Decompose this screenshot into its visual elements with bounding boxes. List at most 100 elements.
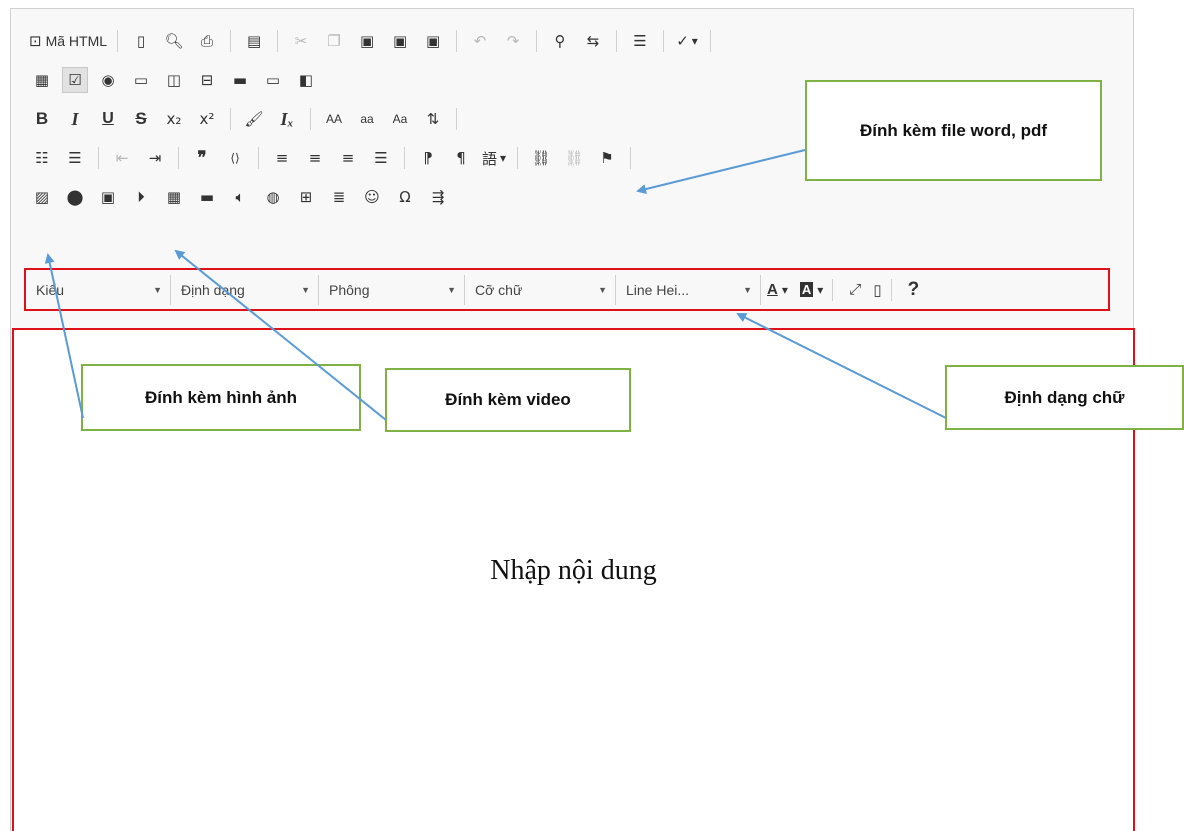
- spellcheck-button[interactable]: ✓ ▾: [674, 28, 700, 54]
- redo-button[interactable]: ↷: [500, 28, 526, 54]
- replace-button[interactable]: ⇆: [580, 28, 606, 54]
- maximize-icon: ⤢: [849, 281, 862, 298]
- cut-button[interactable]: ✂: [288, 28, 314, 54]
- numbered-list-icon: ☷: [35, 149, 49, 167]
- outdent-button[interactable]: ⇤: [109, 145, 135, 171]
- align-right-button[interactable]: ≡: [335, 145, 361, 171]
- special-char-button[interactable]: Ω: [392, 184, 418, 210]
- remove-format-button[interactable]: Iₓ: [274, 106, 300, 132]
- form-button[interactable]: ▦: [29, 67, 55, 93]
- language-button[interactable]: 語 ▾: [481, 145, 507, 171]
- callout-attach-file: Đính kèm file word, pdf: [805, 80, 1102, 181]
- blockquote-button[interactable]: ❞: [189, 145, 215, 171]
- maximize-button[interactable]: ⤢: [843, 275, 867, 305]
- numbered-list-button[interactable]: ☷: [29, 145, 55, 171]
- italic-button[interactable]: I: [62, 106, 88, 132]
- align-right-icon: ≡: [341, 149, 355, 167]
- form-button-button[interactable]: ▬: [227, 67, 253, 93]
- paste-word-button[interactable]: ▣: [420, 28, 446, 54]
- textarea-button[interactable]: ◫: [161, 67, 187, 93]
- copy-icon: ❐: [327, 32, 341, 50]
- page-break-button[interactable]: ⇶: [425, 184, 451, 210]
- print-icon: ⎙: [201, 32, 214, 50]
- div-button[interactable]: ⟨⟩: [222, 145, 248, 171]
- subscript-icon: x₂: [166, 110, 182, 128]
- new-page-button[interactable]: ▯: [128, 28, 154, 54]
- show-blocks-button[interactable]: ▯: [867, 275, 887, 305]
- youtube-button[interactable]: ▣: [95, 184, 121, 210]
- superscript-icon: x²: [199, 110, 215, 128]
- align-center-icon: ≡: [308, 149, 322, 167]
- flash-button[interactable]: ⬤: [62, 184, 88, 210]
- bulleted-list-button[interactable]: ☰: [62, 145, 88, 171]
- textfield-button[interactable]: ▭: [128, 67, 154, 93]
- checkbox-button[interactable]: ☑: [62, 67, 88, 93]
- print-button[interactable]: ⎙: [194, 28, 220, 54]
- uppercase-button[interactable]: AA: [321, 106, 347, 132]
- toolbar-separator: [277, 30, 279, 52]
- radio-icon: ◉: [101, 71, 115, 89]
- rtl-button[interactable]: ¶: [448, 145, 474, 171]
- underline-button[interactable]: U: [95, 106, 121, 132]
- select-button[interactable]: ⊟: [194, 67, 220, 93]
- templates-button[interactable]: ▤: [241, 28, 267, 54]
- bold-button[interactable]: B: [29, 106, 55, 132]
- unlink-button[interactable]: ⛓: [561, 145, 587, 171]
- superscript-button[interactable]: x²: [194, 106, 220, 132]
- undo-button[interactable]: ↶: [467, 28, 493, 54]
- size-combo[interactable]: Cỡ chữ ▼: [465, 274, 616, 305]
- audio-button[interactable]: 🔈︎: [227, 184, 253, 210]
- radio-button[interactable]: ◉: [95, 67, 121, 93]
- copy-button[interactable]: ❐: [321, 28, 347, 54]
- transform-button[interactable]: ⇅: [420, 106, 446, 132]
- paste-button[interactable]: ▣: [354, 28, 380, 54]
- smiley-button[interactable]: ☺: [359, 184, 385, 210]
- font-combo[interactable]: Phông ▼: [319, 274, 465, 305]
- hidden-field-button[interactable]: ◧: [293, 67, 319, 93]
- anchor-button[interactable]: ⚑: [594, 145, 620, 171]
- iframe-button[interactable]: ▬: [194, 184, 220, 210]
- capitalize-button[interactable]: Aa: [387, 106, 413, 132]
- preview-button[interactable]: 🔍︎: [161, 28, 187, 54]
- help-button[interactable]: ?: [902, 275, 926, 305]
- chevron-down-icon: ▾: [781, 282, 788, 297]
- toolbar-row-paragraph: ☷ ☰ ⇤ ⇥ ❞ ⟨⟩ ≡ ≡ ≡ ☰ ⁋ ¶ 語 ▾ ⛓ ⛓ ⚑: [29, 140, 641, 176]
- table-button[interactable]: ⊞: [293, 184, 319, 210]
- align-left-button[interactable]: ≡: [269, 145, 295, 171]
- horizontal-rule-button[interactable]: ≣: [326, 184, 352, 210]
- find-button[interactable]: ⚲: [547, 28, 573, 54]
- text-color-button[interactable]: A ▾: [761, 275, 794, 305]
- media-button[interactable]: ▦: [161, 184, 187, 210]
- subscript-button[interactable]: x₂: [161, 106, 187, 132]
- indent-button[interactable]: ⇥: [142, 145, 168, 171]
- lineheight-combo[interactable]: Line Hei... ▼: [616, 274, 761, 305]
- select-all-button[interactable]: ☰: [627, 28, 653, 54]
- bg-color-label: A: [799, 282, 814, 297]
- justify-icon: ☰: [374, 149, 388, 167]
- link-button[interactable]: ⛓: [528, 145, 554, 171]
- source-button[interactable]: ⊡ Mã HTML: [29, 28, 107, 54]
- toolbar-separator: [630, 147, 631, 169]
- toolbar-separator: [404, 147, 405, 169]
- bg-color-button[interactable]: A ▾: [794, 275, 829, 305]
- align-center-button[interactable]: ≡: [302, 145, 328, 171]
- templates-icon: ▤: [246, 32, 262, 50]
- preview-icon: 🔍︎: [164, 32, 184, 50]
- chevron-down-icon: ▼: [153, 284, 162, 295]
- bulleted-list-icon: ☰: [68, 149, 82, 167]
- format-combo-label: Định dạng: [181, 281, 245, 298]
- ltr-button[interactable]: ⁋: [415, 145, 441, 171]
- format-combo[interactable]: Định dạng ▼: [171, 274, 319, 305]
- lowercase-button[interactable]: aa: [354, 106, 380, 132]
- copy-format-button[interactable]: 🖌︎: [241, 106, 267, 132]
- strike-button[interactable]: S: [128, 106, 154, 132]
- video-button[interactable]: ⏵: [128, 184, 154, 210]
- justify-button[interactable]: ☰: [368, 145, 394, 171]
- blockquote-icon: ❞: [197, 148, 207, 167]
- image-button[interactable]: ▨: [29, 184, 55, 210]
- style-combo[interactable]: Kiểu ▼: [26, 274, 171, 305]
- toolbar-separator: [230, 30, 232, 52]
- map-button[interactable]: ◍: [260, 184, 286, 210]
- paste-text-button[interactable]: ▣: [387, 28, 413, 54]
- image-button-button[interactable]: ▭: [260, 67, 286, 93]
